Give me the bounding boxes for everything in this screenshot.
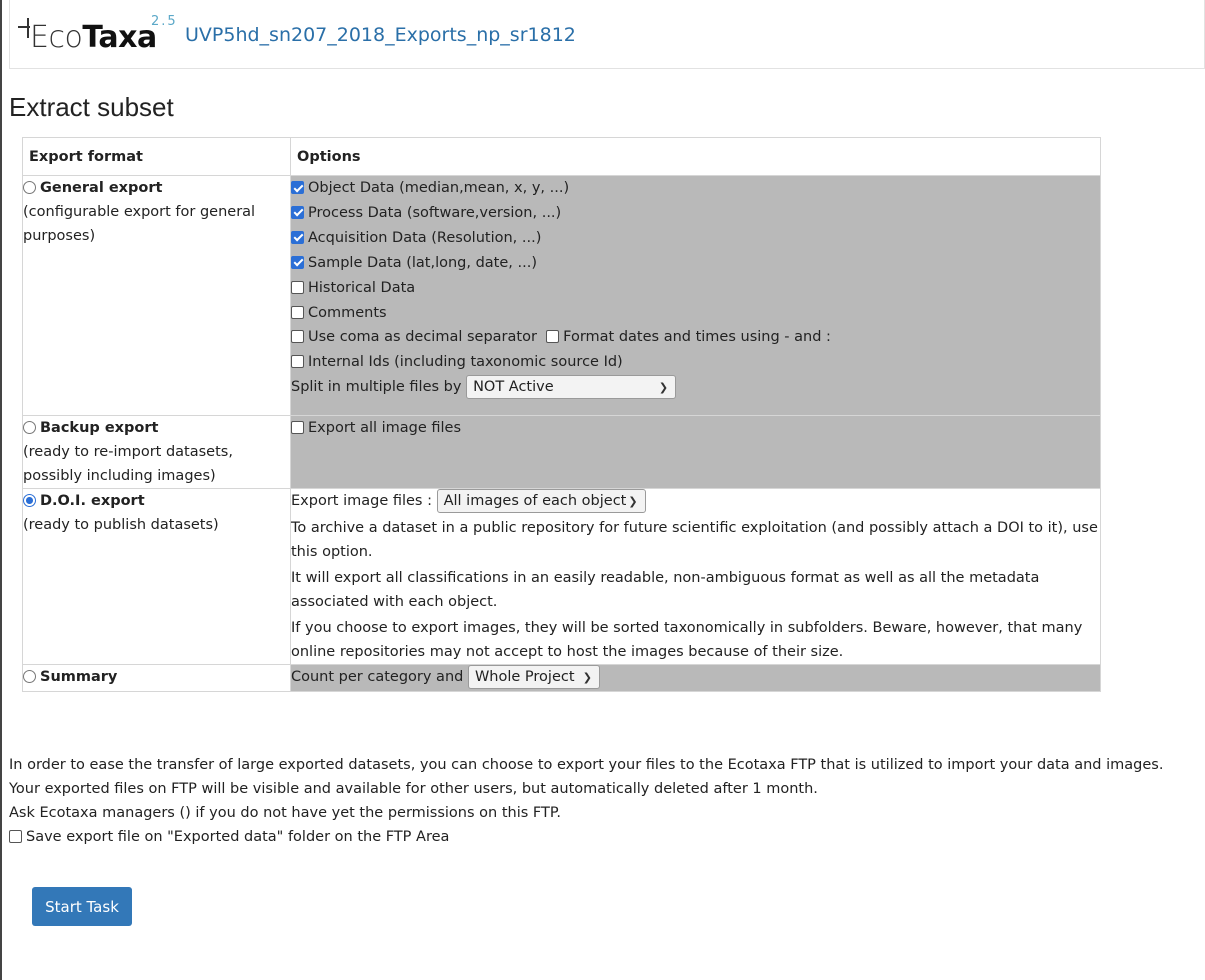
export-format-table: Export format Options General export (co… [22,137,1101,692]
ftp-info-1: In order to ease the transfer of large e… [9,757,1164,773]
logo-wordmark: EcoTaxa [30,20,157,55]
ftp-section: In order to ease the transfer of large e… [9,753,1189,849]
row-doi-export: D.O.I. export (ready to publish datasets… [22,488,1101,665]
checkbox-historical-data[interactable] [291,280,304,294]
backup-export-desc: (ready to re-import datasets, possibly i… [23,444,233,484]
chevron-down-icon: ❯ [658,381,669,395]
option-sample-data[interactable]: Sample Data (lat,long, date, ...) [291,251,1100,276]
split-select[interactable]: NOT Active ❯ [466,375,677,400]
option-format-dates[interactable]: Format dates and times using - and : [546,329,831,345]
option-object-data[interactable]: Object Data (median,mean, x, y, ...) [291,176,1100,201]
backup-export-label: Backup export [40,420,159,436]
top-header: EcoTaxa 2.5 UVP5hd_sn207_2018_Exports_np… [9,0,1205,69]
logo-version: 2.5 [151,14,178,29]
row-summary: Summary Count per category and Whole Pro… [22,663,1101,692]
project-title-link[interactable]: UVP5hd_sn207_2018_Exports_np_sr1812 [185,24,576,46]
radio-doi-export[interactable] [23,494,36,507]
option-comments[interactable]: Comments [291,301,1100,326]
ftp-info-3: Ask Ecotaxa managers () if you do not ha… [9,805,561,821]
logo-mark-icon [18,18,30,40]
ecotaxa-logo[interactable]: EcoTaxa 2.5 [18,12,183,60]
checkbox-export-images[interactable] [291,421,304,434]
column-header-format: Export format [22,137,291,176]
summary-scope-select[interactable]: Whole Project ❯ [467,664,600,689]
option-internal-ids[interactable]: Internal Ids (including taxonomic source… [291,350,1100,375]
page-title: Extract subset [9,92,174,122]
checkbox-comments[interactable] [291,305,304,319]
checkbox-save-ftp[interactable] [9,830,22,843]
doi-images-select[interactable]: All images of each object ❯ [436,489,646,513]
ftp-info-2: Your exported files on FTP will be visib… [9,781,818,797]
start-task-button[interactable]: Start Task [32,887,132,926]
chevron-down-icon: ❯ [628,495,638,508]
doi-export-label: D.O.I. export [40,493,145,509]
checkbox-process-data[interactable] [291,205,304,219]
checkbox-coma-separator[interactable] [291,330,304,344]
general-export-label: General export [40,180,163,196]
summary-label: Summary [40,668,118,685]
summary-count-label: Count per category and [291,668,464,685]
column-header-options: Options [290,137,1101,176]
option-process-data[interactable]: Process Data (software,version, ...) [291,201,1100,226]
radio-backup-export[interactable] [23,421,36,434]
ftp-save-option[interactable]: Save export file on "Exported data" fold… [9,825,1189,849]
doi-description-1: To archive a dataset in a public reposit… [291,519,1098,560]
option-coma-separator[interactable]: Use coma as decimal separator [291,329,537,345]
split-label: Split in multiple files by [291,379,462,396]
radio-general-export[interactable] [23,181,36,194]
row-backup-export: Backup export (ready to re-import datase… [22,415,1101,489]
option-export-images[interactable]: Export all image files [291,416,1100,441]
option-acquisition-data[interactable]: Acquisition Data (Resolution, ...) [291,226,1100,251]
checkbox-acquisition-data[interactable] [291,230,304,244]
doi-description-2: It will export all classifications in an… [291,569,1040,610]
checkbox-sample-data[interactable] [291,255,304,269]
radio-summary[interactable] [23,669,36,683]
row-general-export: General export (configurable export for … [22,175,1101,416]
checkbox-internal-ids[interactable] [291,355,304,369]
general-export-desc: (configurable export for general purpose… [23,204,256,244]
doi-export-desc: (ready to publish datasets) [23,517,219,533]
chevron-down-icon: ❯ [582,670,592,684]
doi-description-3: If you choose to export images, they wil… [291,619,1083,660]
option-historical-data[interactable]: Historical Data [291,276,1100,301]
checkbox-format-dates[interactable] [546,330,560,344]
checkbox-object-data[interactable] [291,181,304,194]
doi-images-label: Export image files : [291,493,432,509]
left-edge-rule [0,0,2,980]
